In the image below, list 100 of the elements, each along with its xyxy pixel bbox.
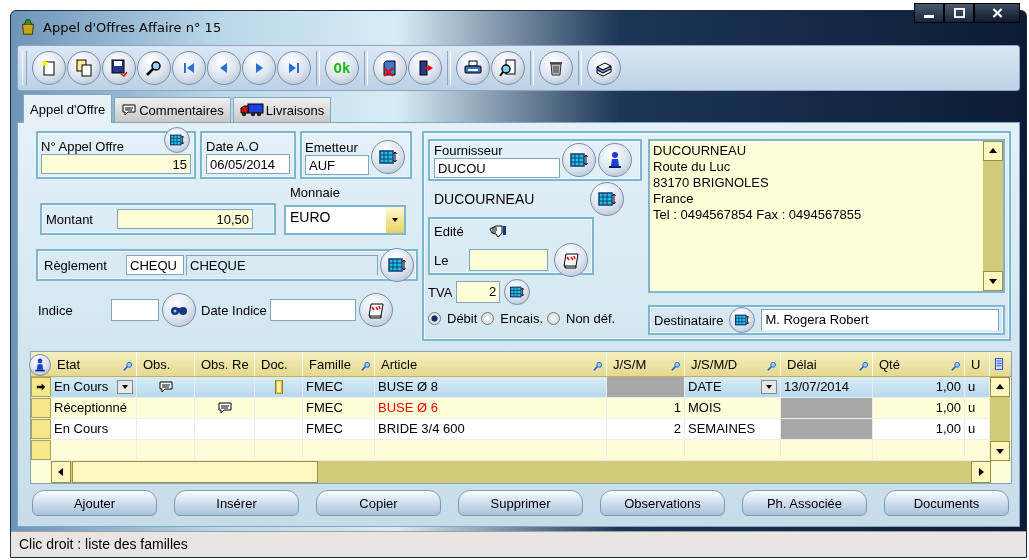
tab[interactable]: Livraisons [232,97,332,122]
delete-document-button[interactable] [373,51,407,85]
index-field[interactable] [111,299,159,321]
index-date-field[interactable] [269,299,356,321]
column-header[interactable]: Obs. Re [195,352,255,376]
action-button[interactable]: Documents [884,490,1009,516]
table-cell: MOIS [688,400,722,416]
action-button[interactable]: Ajouter [32,490,157,516]
scrollbar[interactable] [983,141,1003,291]
column-header[interactable]: Doc. [255,352,303,376]
column-header[interactable]: Obs. [137,352,195,376]
maximize-button[interactable] [944,3,974,23]
lookup-button[interactable] [729,307,756,333]
document-search-icon [498,58,518,78]
field-label: TVA [428,284,453,300]
copy-button[interactable] [67,51,101,85]
scrollbar[interactable] [990,377,1010,461]
dropdown-button[interactable] [761,380,777,394]
table-cell: 2 [607,419,685,439]
trash-button[interactable] [539,51,573,85]
lookup-button[interactable] [562,143,596,177]
issuer-field[interactable]: AUF [305,154,369,175]
books-button[interactable] [587,51,621,85]
scroll-left-button[interactable] [51,461,71,483]
new-document-button[interactable] [32,51,66,85]
previous-record-button[interactable] [207,51,241,85]
radio-button[interactable] [547,312,560,325]
column-header[interactable]: J/S/M [607,352,685,376]
table-row[interactable]: En Cours FMEC BRIDE 3/4 600 2 SEMAINES 1,00 u [31,419,990,440]
radio-label: Non déf. [566,311,616,326]
binoculars-button[interactable] [162,293,196,327]
scroll-thumb[interactable] [72,461,318,483]
table-cell: BRIDE 3/4 600 [375,419,607,439]
search-icon [592,360,604,372]
column-header[interactable]: U [965,352,990,376]
lookup-button[interactable] [590,182,624,216]
payment-name-field[interactable]: CHEQUE [186,254,378,276]
date-field[interactable]: 06/05/2014 [206,154,290,174]
action-button[interactable]: Observations [600,490,725,516]
column-header[interactable]: Famille [303,352,375,376]
amount-field[interactable]: 10,50 [117,209,253,229]
table-cell: FMEC [303,398,375,418]
search-icon [950,360,962,372]
table-cell: 1 [607,398,685,418]
action-button[interactable]: Copier [316,490,441,516]
radio-button[interactable] [481,312,495,325]
column-header[interactable]: Qté [873,352,965,376]
scroll-up-button[interactable] [983,141,1003,161]
next-record-button[interactable] [242,51,276,85]
number-field[interactable]: 15 [41,154,191,174]
scroll-down-button[interactable] [990,441,1010,461]
person-button[interactable] [598,143,632,177]
edit-date-field[interactable] [469,249,548,271]
action-button[interactable]: Supprimer [458,490,583,516]
scroll-up-button[interactable] [990,377,1010,397]
payment-code-field[interactable]: CHEQU [126,255,184,275]
scrollbar[interactable] [51,461,991,483]
scroll-down-button[interactable] [983,271,1003,291]
action-button[interactable]: Insérer [174,490,299,516]
search-icon [858,360,870,372]
last-record-button[interactable] [277,51,311,85]
lookup-button[interactable] [504,279,531,305]
column-header[interactable]: J/S/M/D [685,352,781,376]
search-button[interactable] [137,51,171,85]
column-header[interactable]: Délai [781,352,873,376]
radio-label: Encais. [500,311,543,326]
field-label: Monnaie [289,185,341,200]
action-button[interactable]: Ph. Associée [742,490,867,516]
calendar-button[interactable] [358,293,393,327]
address-textarea[interactable]: DUCOURNEAU Route du Luc 83170 BRIGNOLES France Tel : 0494567854 Fax : 0494567855 [648,139,1005,293]
printer-button[interactable] [456,51,490,85]
field-label: Destinataire [654,312,724,328]
exit-door-button[interactable] [408,51,442,85]
field-label: Date A.O [206,139,260,154]
row-header[interactable] [31,377,51,397]
first-record-button[interactable] [172,51,206,85]
column-header[interactable]: Etat [51,352,137,376]
address-line: Tel : 0494567854 Fax : 0494567855 [653,207,863,223]
document-search-button[interactable] [491,51,525,85]
calendar-button[interactable] [554,243,588,277]
table-row[interactable]: En Cours FMEC BUSE Ø 8 DATE 13/07/2014 1,00 u [31,377,990,398]
lookup-button[interactable] [164,127,190,153]
supplier-code-field[interactable]: DUCOU [434,157,560,178]
minimize-button[interactable] [914,3,944,23]
table-row[interactable]: Réceptionné FMEC BUSE Ø 6 1 MOIS 1,00 u [31,398,990,419]
recipient-field[interactable]: M. Rogera Robert [761,309,999,331]
tab[interactable]: Appel d'Offre [23,94,113,123]
vat-field[interactable]: 2 [456,281,501,303]
radio-button[interactable] [428,312,441,325]
lookup-button[interactable] [380,248,414,282]
dropdown-button[interactable] [117,380,133,394]
currency-dropdown[interactable]: EURO [284,205,406,235]
table-cell: En Cours [54,421,109,437]
column-header[interactable]: Article [375,352,607,376]
close-icon [991,8,1003,18]
lookup-button[interactable] [371,140,405,174]
save-button[interactable] [102,51,136,85]
scroll-right-button[interactable] [971,461,991,483]
tab[interactable]: Commentaires [114,97,231,122]
close-button[interactable] [974,3,1020,23]
